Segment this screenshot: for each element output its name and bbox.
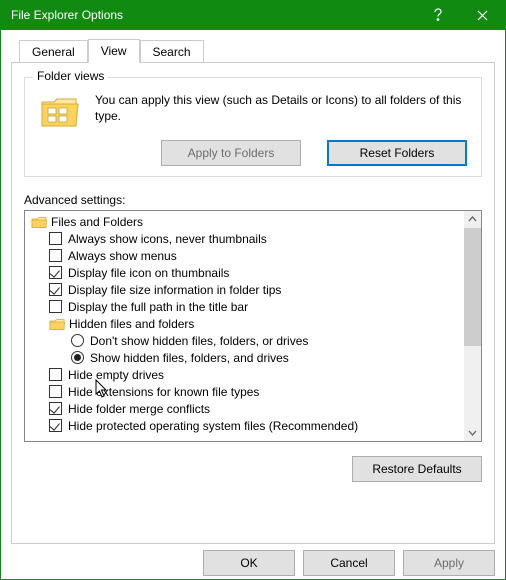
dialog-buttons: OK Cancel Apply [11,550,495,576]
apply-to-folders-button[interactable]: Apply to Folders [161,140,301,166]
tabstrip: General View Search [19,38,495,62]
list-item[interactable]: Hide extensions for known file types [27,383,479,400]
list-header-label: Files and Folders [51,215,143,229]
list-item[interactable]: Display file size information in folder … [27,281,479,298]
checkbox-icon[interactable] [49,419,62,432]
folder-views-text: You can apply this view (such as Details… [95,92,471,130]
scroll-track[interactable] [464,228,481,424]
checkbox-icon[interactable] [49,283,62,296]
reset-folders-button[interactable]: Reset Folders [327,140,467,166]
list-item[interactable]: Always show menus [27,247,479,264]
help-button[interactable] [415,0,460,30]
radio-icon[interactable] [71,351,84,364]
checkbox-icon[interactable] [49,232,62,245]
list-item[interactable]: Show hidden files, folders, and drives [27,349,479,366]
list-item-label: Display file icon on thumbnails [68,266,229,280]
list-item[interactable]: Hide empty drives [27,366,479,383]
checkbox-icon[interactable] [49,266,62,279]
folder-views-group: Folder views You can apply this view (su… [24,77,482,177]
list-item-label: Always show menus [68,249,177,263]
advanced-settings-list[interactable]: Files and Folders Always show icons, neve… [24,210,482,442]
vertical-scrollbar[interactable] [464,211,481,441]
list-item-label: Always show icons, never thumbnails [68,232,267,246]
list-item-label: Hide protected operating system files (R… [68,419,358,433]
list-item: Hidden files and folders [27,315,479,332]
list-item[interactable]: Hide protected operating system files (R… [27,417,479,434]
list-header-files-and-folders: Files and Folders [27,213,479,230]
list-item-label: Hidden files and folders [69,317,194,331]
scroll-up-arrow[interactable] [464,211,481,228]
restore-defaults-button[interactable]: Restore Defaults [352,456,482,482]
list-item-label: Display file size information in folder … [68,283,281,297]
advanced-settings-label: Advanced settings: [24,193,482,207]
list-item[interactable]: Display the full path in the title bar [27,298,479,315]
window-title: File Explorer Options [11,8,415,22]
folder-views-icon [35,92,85,130]
list-item-label: Show hidden files, folders, and drives [90,351,289,365]
list-item-label: Hide empty drives [68,368,164,382]
tab-view[interactable]: View [88,39,140,63]
scroll-thumb[interactable] [464,228,481,346]
titlebar: File Explorer Options [0,0,506,30]
list-item[interactable]: Don't show hidden files, folders, or dri… [27,332,479,349]
list-item-label: Don't show hidden files, folders, or dri… [90,334,308,348]
window-body: General View Search Folder views You can [0,30,506,580]
tab-general[interactable]: General [19,40,88,63]
scroll-down-arrow[interactable] [464,424,481,441]
checkbox-icon[interactable] [49,249,62,262]
checkbox-icon[interactable] [49,368,62,381]
close-button[interactable] [460,0,505,30]
tab-search[interactable]: Search [140,40,204,63]
list-item-label: Hide folder merge conflicts [68,402,210,416]
list-item-label: Display the full path in the title bar [68,300,248,314]
radio-icon[interactable] [71,334,84,347]
list-item[interactable]: Hide folder merge conflicts [27,400,479,417]
checkbox-icon[interactable] [49,300,62,313]
ok-button[interactable]: OK [203,550,295,576]
list-item-label: Hide extensions for known file types [68,385,259,399]
apply-button[interactable]: Apply [403,550,495,576]
checkbox-icon[interactable] [49,385,62,398]
cancel-button[interactable]: Cancel [303,550,395,576]
checkbox-icon[interactable] [49,402,62,415]
list-item[interactable]: Always show icons, never thumbnails [27,230,479,247]
folder-views-legend: Folder views [33,69,108,83]
tab-panel-view: Folder views You can apply this view (su… [11,62,495,544]
list-item[interactable]: Display file icon on thumbnails [27,264,479,281]
